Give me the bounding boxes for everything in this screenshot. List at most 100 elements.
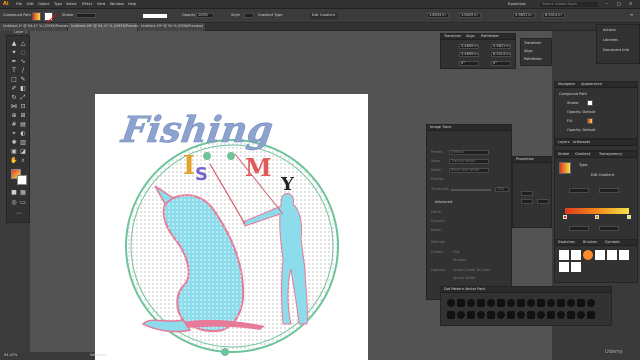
brush-thumbnail[interactable] bbox=[577, 311, 585, 319]
threshold-field[interactable]: 128 bbox=[495, 187, 509, 192]
properties-field-2[interactable] bbox=[521, 199, 533, 204]
direct-selection-tool-icon[interactable]: △ bbox=[19, 40, 27, 48]
eyedropper-tool-icon[interactable]: ⌖ bbox=[10, 130, 18, 138]
eraser-tool-icon[interactable]: ◧ bbox=[19, 85, 27, 93]
mini-align[interactable]: Align bbox=[524, 49, 533, 54]
menu-window[interactable]: Window bbox=[110, 2, 124, 7]
brush-thumbnail[interactable] bbox=[567, 299, 575, 307]
fill-swatch[interactable] bbox=[32, 12, 41, 21]
workspace-switcher[interactable]: Essentials bbox=[508, 2, 526, 7]
symbol-sprayer-tool-icon[interactable]: ✺ bbox=[10, 139, 18, 147]
mini-transform[interactable]: Transform bbox=[524, 41, 541, 46]
brush-thumbnails[interactable] bbox=[445, 297, 609, 323]
symbol-7[interactable] bbox=[559, 262, 569, 272]
brush-thumbnail[interactable] bbox=[577, 299, 585, 307]
tab-document-2[interactable]: Untitled-18* @ 94.47 % (CMYK/Preview) bbox=[68, 23, 141, 31]
gradient-slider[interactable] bbox=[565, 208, 629, 214]
panel-document-info[interactable]: Document Info bbox=[603, 48, 629, 53]
appearance-fill-swatch[interactable] bbox=[587, 118, 593, 124]
brush-thumbnail[interactable] bbox=[487, 311, 495, 319]
brush-thumbnail[interactable] bbox=[517, 299, 525, 307]
gradient-preview-swatch[interactable] bbox=[559, 162, 571, 174]
brush-thumbnail[interactable] bbox=[517, 311, 525, 319]
free-transform-tool-icon[interactable]: ⊡ bbox=[19, 103, 27, 111]
zoom-tool-icon[interactable]: ⌕ bbox=[19, 157, 27, 165]
edit-gradient-link[interactable]: Edit Gradient bbox=[591, 173, 614, 178]
brush-stroke-preview[interactable] bbox=[143, 14, 167, 18]
brush-thumbnail[interactable] bbox=[547, 299, 555, 307]
strokes-checkbox[interactable]: Strokes bbox=[453, 258, 466, 263]
brush-thumbnail[interactable] bbox=[587, 311, 595, 319]
symbol-8[interactable] bbox=[571, 262, 581, 272]
perspective-grid-tool-icon[interactable]: ⊞ bbox=[19, 112, 27, 120]
tab-artboards[interactable]: Artboards bbox=[573, 140, 590, 145]
symbol-4[interactable] bbox=[595, 250, 605, 260]
snap-curves-checkbox[interactable]: Snap Curves To Lines bbox=[453, 268, 490, 273]
brush-thumbnail[interactable] bbox=[447, 311, 455, 319]
brush-thumbnail[interactable] bbox=[527, 311, 535, 319]
symbol-3[interactable] bbox=[583, 250, 593, 260]
curvature-tool-icon[interactable]: ∿ bbox=[19, 58, 27, 66]
preset-dropdown[interactable]: Default bbox=[449, 150, 489, 155]
rectangle-tool-icon[interactable]: □ bbox=[10, 76, 18, 84]
transform-w-field[interactable]: 5.9831 in bbox=[491, 44, 511, 49]
blend-tool-icon[interactable]: ◐ bbox=[19, 130, 27, 138]
brush-thumbnail[interactable] bbox=[477, 299, 485, 307]
mesh-tool-icon[interactable]: # bbox=[10, 121, 18, 129]
width-tool-icon[interactable]: ⋈ bbox=[10, 103, 18, 111]
close-icon[interactable]: ✕ bbox=[629, 2, 632, 6]
appearance-stroke-swatch[interactable] bbox=[587, 100, 593, 106]
brush-thumbnail[interactable] bbox=[567, 311, 575, 319]
shape-builder-tool-icon[interactable]: ⊕ bbox=[10, 112, 18, 120]
menu-type[interactable]: Type bbox=[54, 2, 62, 7]
brush-thumbnail[interactable] bbox=[537, 311, 545, 319]
brush-thumbnail[interactable] bbox=[547, 311, 555, 319]
x-position-field[interactable]: 1.8034 in bbox=[427, 13, 449, 18]
advanced-toggle[interactable]: Advanced bbox=[435, 200, 452, 205]
panel-libraries[interactable]: Libraries bbox=[603, 38, 618, 43]
tab-swatches[interactable]: Swatches bbox=[558, 240, 575, 245]
brush-thumbnail[interactable] bbox=[447, 299, 455, 307]
gradient-opacity-field[interactable] bbox=[569, 226, 589, 231]
color-mode-icon[interactable]: ■ bbox=[10, 189, 18, 197]
menu-select[interactable]: Select bbox=[66, 2, 77, 7]
y-position-field[interactable]: 1.6029 in bbox=[459, 13, 481, 18]
tab-stroke[interactable]: Stroke bbox=[558, 152, 569, 157]
brush-thumbnail[interactable] bbox=[507, 311, 515, 319]
transform-shear-field[interactable]: 0° bbox=[491, 61, 511, 66]
gradient-tool-icon[interactable]: ▤ bbox=[19, 121, 27, 129]
gradient-mode-icon[interactable]: ▦ bbox=[19, 189, 27, 197]
panel-menu-icon[interactable]: ≡ bbox=[630, 13, 633, 17]
tab-document-3[interactable]: Untitled-19* @ 50 % (RGB/Preview) bbox=[138, 23, 206, 31]
symbol-5[interactable] bbox=[607, 250, 617, 260]
transform-x-field[interactable]: 3.4899 in bbox=[459, 44, 479, 49]
rotate-tool-icon[interactable]: ↻ bbox=[10, 94, 18, 102]
tab-layers[interactable]: Layers bbox=[558, 140, 570, 145]
appearance-fill[interactable]: Fill: bbox=[567, 119, 573, 124]
stroke-swatch[interactable] bbox=[44, 12, 57, 24]
menu-file[interactable]: File bbox=[16, 2, 22, 7]
mode-dropdown[interactable]: Black and White bbox=[449, 168, 489, 173]
edit-gradient-button[interactable]: Edit Gradient bbox=[310, 13, 338, 19]
edit-toolbar-icon[interactable]: ⋯ bbox=[15, 210, 23, 218]
tab-appearance[interactable]: Appearance bbox=[581, 82, 602, 87]
search-stock-field[interactable]: Search Adobe Stock bbox=[540, 2, 598, 7]
symbol-2[interactable] bbox=[571, 250, 581, 260]
graph-tool-icon[interactable]: ▥ bbox=[19, 139, 27, 147]
menu-help[interactable]: Help bbox=[128, 2, 136, 7]
brush-thumbnail[interactable] bbox=[557, 299, 565, 307]
height-field[interactable]: 6.5014 in bbox=[543, 13, 565, 18]
line-tool-icon[interactable]: / bbox=[19, 67, 27, 75]
scale-tool-icon[interactable]: ⤢ bbox=[19, 94, 27, 102]
threshold-slider[interactable] bbox=[451, 189, 491, 191]
draw-mode-icon[interactable]: ◎ bbox=[10, 199, 18, 207]
fishing-artwork[interactable]: Fishing I S M Y bbox=[95, 94, 368, 360]
transform-y-field[interactable]: 3.4899 in bbox=[459, 52, 479, 57]
tab-navigator[interactable]: Navigator bbox=[558, 82, 575, 87]
transform-h-field[interactable]: 6.5014 in bbox=[491, 52, 511, 57]
tab-symbols[interactable]: Symbols bbox=[605, 240, 620, 245]
brush-thumbnail[interactable] bbox=[457, 311, 465, 319]
symbol-1[interactable] bbox=[559, 250, 569, 260]
ignore-white-checkbox[interactable]: Ignore White bbox=[453, 276, 475, 281]
maximize-icon[interactable]: □ bbox=[617, 2, 621, 6]
